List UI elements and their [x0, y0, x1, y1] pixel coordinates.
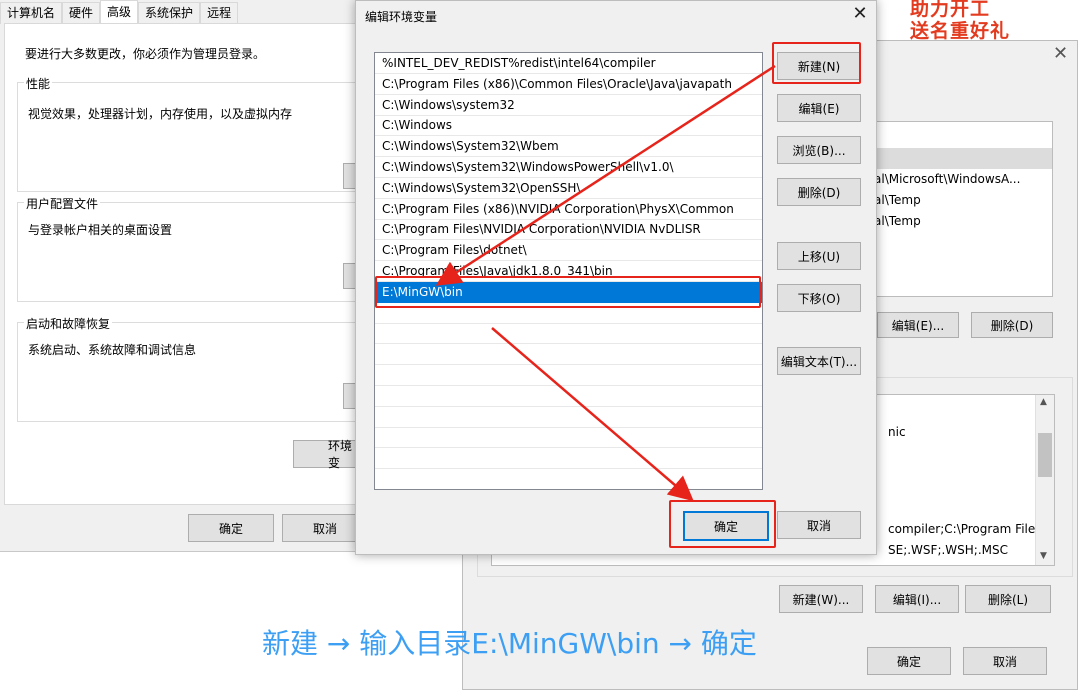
list-item[interactable]: al\Microsoft\WindowsA... [874, 169, 1020, 190]
user-profiles-group: 用户配置文件 与登录帐户相关的桌面设置 [17, 195, 365, 302]
edit-button[interactable]: 编辑(E) [777, 94, 861, 122]
path-list-item[interactable]: C:\Program Files\dotnet\ [375, 240, 762, 262]
user-profiles-title: 用户配置文件 [24, 195, 101, 212]
path-list-item[interactable] [375, 344, 762, 366]
sys-var-new-button[interactable]: 新建(W)... [779, 585, 863, 613]
path-list-item[interactable]: C:\Windows\System32\WindowsPowerShell\v1… [375, 157, 762, 178]
path-list-item[interactable] [375, 448, 762, 470]
path-list-item[interactable] [375, 407, 762, 428]
system-variables-scrollbar[interactable]: ▲ ▼ [1035, 395, 1054, 565]
path-list-item[interactable]: C:\Program Files\NVIDIA Corporation\NVID… [375, 219, 762, 241]
sys-var-edit-button[interactable]: 编辑(I)... [875, 585, 959, 613]
ok-button[interactable]: 确定 [683, 511, 769, 541]
path-list-item[interactable]: C:\Program Files (x86)\NVIDIA Corporatio… [375, 199, 762, 220]
system-properties-window: 计算机名 硬件 高级 系统保护 远程 要进行大多数更改，你必须作为管理员登录。 … [0, 0, 368, 552]
performance-desc: 视觉效果，处理器计划，内存使用，以及虚拟内存 [28, 107, 293, 121]
startup-recovery-title: 启动和故障恢复 [24, 315, 113, 332]
tab-system-protection[interactable]: 系统保护 [138, 2, 201, 24]
scroll-up-icon[interactable]: ▲ [1040, 397, 1047, 407]
path-list-item[interactable]: C:\Program Files (x86)\Common Files\Orac… [375, 74, 762, 95]
path-list-item[interactable] [375, 469, 762, 489]
banner-line2: 送名重好礼 [910, 20, 1011, 40]
sys-var-delete-button[interactable]: 删除(L) [965, 585, 1051, 613]
list-item[interactable]: compiler;C:\Program File... [888, 519, 1047, 540]
env-cancel-button[interactable]: 取消 [963, 647, 1047, 675]
environment-variables-button[interactable]: 环境变 [293, 439, 363, 470]
move-down-button[interactable]: 下移(O) [777, 284, 861, 312]
path-list-item[interactable]: C:\Windows\System32\OpenSSH\ [375, 178, 762, 199]
path-list-item[interactable]: %INTEL_DEV_REDIST%redist\intel64\compile… [375, 53, 762, 74]
admin-notice: 要进行大多数更改，你必须作为管理员登录。 [25, 47, 266, 61]
tab-advanced[interactable]: 高级 [100, 0, 139, 24]
scroll-down-icon[interactable]: ▼ [1040, 551, 1047, 561]
tab-computer-name[interactable]: 计算机名 [0, 2, 63, 24]
path-list-item[interactable]: C:\Windows\System32\Wbem [375, 136, 762, 158]
dialog-title: 编辑环境变量 [365, 10, 438, 24]
startup-recovery-group: 启动和故障恢复 系统启动、系统故障和调试信息 [17, 315, 365, 422]
path-list-item[interactable] [375, 427, 762, 449]
list-item[interactable]: al\Temp [874, 211, 921, 232]
path-list-item[interactable] [375, 365, 762, 386]
path-list-item[interactable] [375, 323, 762, 345]
path-list-item[interactable] [375, 303, 762, 324]
edit-text-button[interactable]: 编辑文本(T)... [777, 347, 861, 375]
advanced-panel: 要进行大多数更改，你必须作为管理员登录。 性能 视觉效果，处理器计划，内存使用，… [4, 23, 365, 505]
close-icon[interactable]: ✕ [847, 3, 873, 27]
performance-group: 性能 视觉效果，处理器计划，内存使用，以及虚拟内存 [17, 75, 365, 192]
promo-banner: 助力开工 送名重好礼 [902, 0, 1042, 40]
scrollbar-thumb[interactable] [1038, 433, 1052, 477]
performance-title: 性能 [24, 75, 53, 92]
sysprops-ok-button[interactable]: 确定 [188, 514, 274, 542]
new-button[interactable]: 新建(N) [777, 52, 861, 80]
path-list-item[interactable] [375, 386, 762, 407]
env-close-icon[interactable]: ✕ [1053, 43, 1068, 64]
user-var-edit-button[interactable]: 编辑(E)... [877, 312, 959, 338]
path-list-item[interactable]: E:\MinGW\bin [375, 281, 762, 303]
path-list-item[interactable]: C:\Windows\system32 [375, 95, 762, 116]
path-list-item[interactable]: C:\Windows [375, 115, 762, 137]
edit-environment-variable-dialog: 编辑环境变量 ✕ %INTEL_DEV_REDIST%redist\intel6… [355, 0, 877, 555]
list-item[interactable]: nic [888, 422, 906, 443]
user-var-delete-button[interactable]: 删除(D) [971, 312, 1053, 338]
tab-hardware[interactable]: 硬件 [62, 2, 101, 24]
path-list[interactable]: %INTEL_DEV_REDIST%redist\intel64\compile… [374, 52, 763, 490]
delete-button[interactable]: 删除(D) [777, 178, 861, 206]
tab-remote[interactable]: 远程 [200, 2, 239, 24]
browse-button[interactable]: 浏览(B)... [777, 136, 861, 164]
list-item[interactable]: SE;.WSF;.WSH;.MSC [888, 540, 1008, 561]
instruction-caption: 新建 → 输入目录E:\MinGW\bin → 确定 [262, 627, 757, 660]
path-list-item[interactable]: C:\Program Files\Java\jdk1.8.0_341\bin [375, 261, 762, 282]
list-item[interactable]: al\Temp [874, 190, 921, 211]
cancel-button[interactable]: 取消 [777, 511, 861, 539]
tab-bar: 计算机名 硬件 高级 系统保护 远程 [0, 0, 239, 24]
startup-recovery-desc: 系统启动、系统故障和调试信息 [28, 343, 197, 357]
env-ok-button[interactable]: 确定 [867, 647, 951, 675]
move-up-button[interactable]: 上移(U) [777, 242, 861, 270]
user-profiles-desc: 与登录帐户相关的桌面设置 [28, 223, 173, 237]
